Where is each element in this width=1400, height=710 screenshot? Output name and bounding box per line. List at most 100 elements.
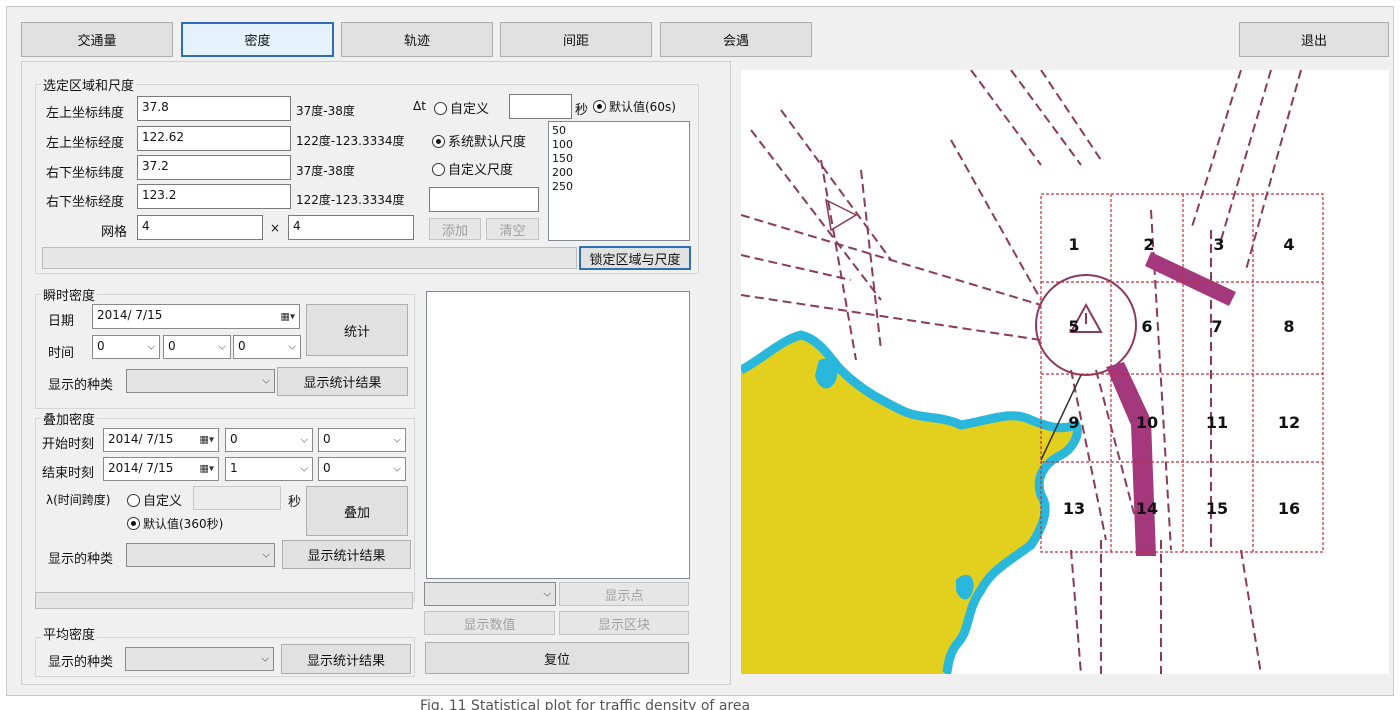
custom-scale-label: 自定义尺度: [448, 163, 514, 178]
start-minute-select[interactable]: 0 ⌵: [318, 428, 406, 452]
radio-selected-icon: [127, 517, 140, 530]
sys-scale-label: 系统默认尺度: [448, 135, 527, 150]
show-blocks-button[interactable]: 显示区块: [559, 611, 689, 635]
tab-trajectory[interactable]: 轨迹: [341, 22, 493, 57]
grid-x-input[interactable]: 4: [137, 215, 263, 240]
cell-label: 15: [1206, 499, 1228, 518]
tl-lat-range: 37度-38度: [296, 104, 355, 118]
time-label: 时间: [48, 346, 75, 361]
cell-label: 14: [1136, 499, 1158, 518]
custom-scale-input[interactable]: [429, 187, 539, 212]
result-select[interactable]: ⌵: [424, 582, 556, 606]
list-item[interactable]: 200: [552, 166, 686, 180]
tl-lat-input[interactable]: 37.8: [137, 96, 291, 121]
cell-label: 8: [1283, 317, 1294, 336]
add-button[interactable]: 添加: [429, 218, 481, 240]
precautionary-area: [1035, 274, 1137, 376]
clear-button[interactable]: 清空: [486, 218, 539, 240]
br-lon-input[interactable]: 123.2: [137, 184, 291, 209]
custom-scale-radio[interactable]: 自定义尺度: [432, 159, 513, 178]
date-picker[interactable]: 2014/ 7/15 ▦▾: [92, 304, 300, 329]
lambda-default-label: 默认值(360秒): [143, 517, 224, 531]
average-kind-select[interactable]: ⌵: [125, 647, 274, 671]
dt-sec-label: 秒: [575, 103, 589, 118]
exit-button[interactable]: 退出: [1239, 22, 1389, 57]
overlay-button[interactable]: 叠加: [306, 486, 408, 536]
cell-label: 4: [1283, 235, 1294, 254]
cell-label: 11: [1206, 413, 1228, 432]
br-lat-input[interactable]: 37.2: [137, 155, 291, 180]
grid-label: 网格: [101, 225, 128, 240]
tl-lon-range: 122度-123.3334度: [296, 134, 405, 148]
calendar-icon: ▦▾: [199, 434, 214, 446]
list-item[interactable]: 250: [552, 180, 686, 194]
end-minute-select[interactable]: 0 ⌵: [318, 457, 406, 481]
date-value: 2014/ 7/15: [97, 308, 163, 322]
overlay-kind-select[interactable]: ⌵: [126, 543, 275, 567]
lambda-default-radio[interactable]: 默认值(360秒): [127, 515, 223, 532]
start-date-picker[interactable]: 2014/ 7/15 ▦▾: [103, 428, 219, 452]
start-hour-select[interactable]: 0 ⌵: [225, 428, 313, 452]
cell-label: 5: [1068, 317, 1079, 336]
sys-scale-radio[interactable]: 系统默认尺度: [432, 131, 526, 150]
lock-region-button[interactable]: 锁定区域与尺度: [579, 246, 691, 270]
br-lon-label: 右下坐标经度: [46, 195, 125, 210]
cell-label: 3: [1213, 235, 1224, 254]
end-hour-select[interactable]: 1 ⌵: [225, 457, 313, 481]
lambda-custom-radio[interactable]: 自定义: [127, 490, 182, 509]
chevron-down-icon: ⌵: [261, 653, 269, 665]
dt-default-radio[interactable]: 默认值(60s): [593, 98, 676, 115]
region-group-title: 选定区域和尺度: [41, 75, 137, 94]
reset-button[interactable]: 复位: [425, 642, 689, 674]
land-area: [741, 335, 1078, 674]
hour-select[interactable]: 0 ⌵: [92, 335, 160, 359]
average-group-title: 平均密度: [41, 624, 98, 643]
result-list[interactable]: [426, 291, 690, 579]
cell-label: 9: [1068, 413, 1079, 432]
instant-kind-label: 显示的种类: [48, 378, 114, 393]
start-minute-value: 0: [323, 432, 331, 446]
instant-show-button[interactable]: 显示统计结果: [277, 367, 408, 396]
instant-kind-select[interactable]: ⌵: [126, 369, 275, 393]
tab-spacing[interactable]: 间距: [500, 22, 652, 57]
show-values-button[interactable]: 显示数值: [424, 611, 555, 635]
tl-lon-label: 左上坐标经度: [46, 136, 125, 151]
grid-y-input[interactable]: 4: [288, 215, 414, 240]
tab-encounter[interactable]: 会遇: [660, 22, 812, 57]
cell-label: 12: [1278, 413, 1300, 432]
stat-button[interactable]: 统计: [306, 304, 408, 356]
list-item[interactable]: 150: [552, 152, 686, 166]
dt-label: Δt: [413, 99, 426, 113]
br-lon-range: 122度-123.3334度: [296, 193, 405, 207]
dt-custom-radio[interactable]: 自定义: [434, 98, 489, 117]
dt-custom-input[interactable]: [509, 94, 572, 119]
end-date-picker[interactable]: 2014/ 7/15 ▦▾: [103, 457, 219, 481]
lambda-custom-input[interactable]: [193, 486, 281, 510]
tl-lat-label: 左上坐标纬度: [46, 106, 125, 121]
times-sign: ×: [270, 221, 281, 235]
lambda-sec-label: 秒: [288, 495, 302, 510]
second-select[interactable]: 0 ⌵: [233, 335, 301, 359]
radio-selected-icon: [593, 100, 606, 113]
average-show-button[interactable]: 显示统计结果: [281, 644, 411, 674]
tl-lon-input[interactable]: 122.62: [137, 126, 291, 151]
list-item[interactable]: 50: [552, 124, 686, 138]
overlay-progress-bar: [35, 592, 413, 609]
overlay-show-button[interactable]: 显示统计结果: [282, 540, 411, 569]
chart-map[interactable]: 1 2 3 4 5 6 7 8 9 10 11 12 13 14 15 16: [741, 70, 1389, 674]
calendar-icon: ▦▾: [199, 463, 214, 475]
show-points-button[interactable]: 显示点: [559, 582, 689, 606]
radio-selected-icon: [432, 135, 445, 148]
high-density-segment: [1106, 362, 1156, 556]
cell-label: 6: [1141, 317, 1152, 336]
radio-icon: [127, 494, 140, 507]
tab-traffic-volume[interactable]: 交通量: [21, 22, 173, 57]
list-item[interactable]: 100: [552, 138, 686, 152]
minute-select[interactable]: 0 ⌵: [163, 335, 231, 359]
cell-label: 10: [1136, 413, 1158, 432]
start-time-label: 开始时刻: [42, 437, 95, 452]
average-kind-label: 显示的种类: [48, 655, 114, 670]
tab-density[interactable]: 密度: [181, 22, 334, 57]
cell-label: 2: [1143, 235, 1154, 254]
scale-list[interactable]: 50 100 150 200 250: [548, 121, 690, 241]
